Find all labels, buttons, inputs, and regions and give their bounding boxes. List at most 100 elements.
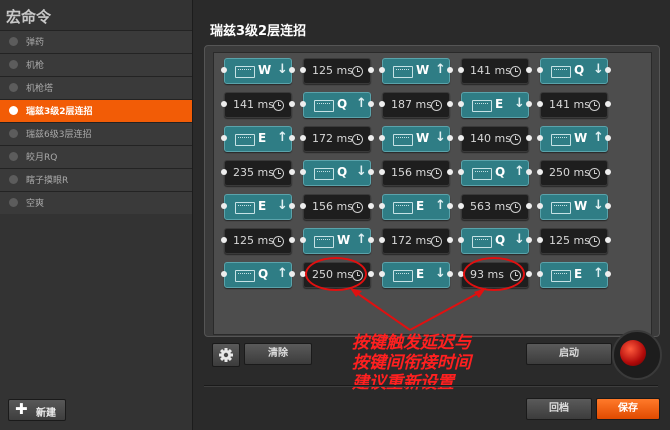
delay-value: 172 ms bbox=[312, 132, 353, 145]
delay-block[interactable]: 125 ms bbox=[537, 228, 611, 254]
key-action-block[interactable]: Q ↑ bbox=[458, 160, 532, 186]
keyboard-icon bbox=[314, 236, 334, 248]
key-label: Q bbox=[337, 165, 348, 179]
delay-block[interactable]: 172 ms bbox=[300, 126, 374, 152]
connector-dot bbox=[458, 237, 464, 243]
connector-dot bbox=[605, 101, 611, 107]
radio-dot-icon bbox=[9, 129, 18, 138]
delay-value: 563 ms bbox=[470, 200, 511, 213]
connector-dot bbox=[379, 237, 385, 243]
delay-block[interactable]: 563 ms bbox=[458, 194, 532, 220]
clock-icon bbox=[352, 66, 363, 77]
keyboard-icon bbox=[472, 236, 492, 248]
clock-icon bbox=[273, 236, 284, 247]
key-action-block[interactable]: E ↑ bbox=[379, 194, 453, 220]
clock-icon bbox=[431, 100, 442, 111]
connector-dot bbox=[221, 135, 227, 141]
connector-dot bbox=[221, 203, 227, 209]
key-action-block[interactable]: Q ↓ bbox=[458, 228, 532, 254]
key-action-block[interactable]: W ↑ bbox=[379, 58, 453, 84]
key-action-block[interactable]: E ↓ bbox=[379, 262, 453, 288]
macro-item[interactable]: 弹药 bbox=[0, 30, 192, 53]
delay-block[interactable]: 250 ms bbox=[537, 160, 611, 186]
delay-block[interactable]: 235 ms bbox=[221, 160, 295, 186]
key-action-block[interactable]: E ↓ bbox=[458, 92, 532, 118]
macro-item-selected[interactable]: 瑞兹3级2层连招 bbox=[0, 99, 192, 122]
macro-item[interactable]: 空爽 bbox=[0, 191, 192, 214]
connector-dot bbox=[221, 169, 227, 175]
delay-value: 141 ms bbox=[549, 98, 590, 111]
macro-item[interactable]: 瞎子摸眼R bbox=[0, 168, 192, 191]
key-label: W bbox=[258, 63, 272, 77]
connector-dot bbox=[537, 237, 543, 243]
clear-button[interactable]: 清除 bbox=[244, 343, 312, 365]
key-action-block[interactable]: Q ↓ bbox=[537, 58, 611, 84]
start-button[interactable]: 启动 bbox=[526, 343, 612, 365]
key-label: E bbox=[258, 199, 267, 213]
key-action-block[interactable]: W ↑ bbox=[537, 126, 611, 152]
arrow-down-icon: ↓ bbox=[356, 164, 367, 179]
arrow-down-icon: ↓ bbox=[593, 62, 604, 77]
arrow-down-icon: ↓ bbox=[277, 198, 288, 213]
key-action-block[interactable]: W ↑ bbox=[300, 228, 374, 254]
record-button[interactable] bbox=[620, 340, 646, 366]
macro-title: 瑞兹3级2层连招 bbox=[210, 24, 307, 39]
keyboard-icon bbox=[393, 202, 413, 214]
connector-dot bbox=[605, 169, 611, 175]
connector-dot bbox=[447, 169, 453, 175]
key-action-block[interactable]: W ↓ bbox=[379, 126, 453, 152]
connector-dot bbox=[537, 271, 543, 277]
panel-title: 宏命令 bbox=[6, 8, 52, 26]
key-action-block[interactable]: Q ↑ bbox=[300, 92, 374, 118]
macro-item[interactable]: 机枪塔 bbox=[0, 76, 192, 99]
key-label: Q bbox=[574, 63, 585, 77]
macro-item[interactable]: 皎月RQ bbox=[0, 145, 192, 168]
keyboard-icon bbox=[393, 66, 413, 78]
delay-block[interactable]: 141 ms bbox=[537, 92, 611, 118]
arrow-down-icon: ↓ bbox=[435, 266, 446, 281]
revert-button[interactable]: 回档 bbox=[526, 398, 592, 420]
clock-icon bbox=[589, 236, 600, 247]
connector-dot bbox=[368, 101, 374, 107]
connector-dot bbox=[379, 271, 385, 277]
delay-block[interactable]: 172 ms bbox=[379, 228, 453, 254]
delay-block[interactable]: 125 ms bbox=[221, 228, 295, 254]
key-action-block[interactable]: W ↓ bbox=[221, 58, 295, 84]
key-label: Q bbox=[495, 165, 506, 179]
key-label: E bbox=[574, 267, 583, 281]
settings-button[interactable] bbox=[212, 343, 240, 367]
clock-icon bbox=[352, 202, 363, 213]
key-action-block[interactable]: E ↓ bbox=[221, 194, 295, 220]
connector-dot bbox=[368, 271, 374, 277]
connector-dot bbox=[289, 169, 295, 175]
key-action-block[interactable]: E ↑ bbox=[221, 126, 295, 152]
arrow-up-icon: ↑ bbox=[593, 130, 604, 145]
key-action-block[interactable]: E ↑ bbox=[537, 262, 611, 288]
macro-list: 弹药 机枪 机枪塔 瑞兹3级2层连招 瑞兹6级3层连招 皎月RQ 瞎子摸眼R 空… bbox=[0, 30, 192, 214]
delay-block[interactable]: 156 ms bbox=[379, 160, 453, 186]
connector-dot bbox=[526, 135, 532, 141]
connector-dot bbox=[221, 271, 227, 277]
connector-dot bbox=[221, 101, 227, 107]
radio-dot-icon bbox=[9, 37, 18, 46]
delay-block[interactable]: 187 ms bbox=[379, 92, 453, 118]
keyboard-icon bbox=[551, 202, 571, 214]
connector-dot bbox=[526, 101, 532, 107]
connector-dot bbox=[447, 203, 453, 209]
connector-dot bbox=[458, 101, 464, 107]
macro-item[interactable]: 机枪 bbox=[0, 53, 192, 76]
radio-dot-icon bbox=[9, 152, 18, 161]
delay-value: 156 ms bbox=[391, 166, 432, 179]
delay-block[interactable]: 140 ms bbox=[458, 126, 532, 152]
new-macro-button[interactable]: ✚ 新建 bbox=[8, 399, 66, 421]
delay-block[interactable]: 125 ms bbox=[300, 58, 374, 84]
macro-item[interactable]: 瑞兹6级3层连招 bbox=[0, 122, 192, 145]
delay-block[interactable]: 156 ms bbox=[300, 194, 374, 220]
save-button[interactable]: 保存 bbox=[596, 398, 660, 420]
key-action-block[interactable]: W ↓ bbox=[537, 194, 611, 220]
delay-block[interactable]: 141 ms bbox=[221, 92, 295, 118]
key-action-block[interactable]: Q ↓ bbox=[300, 160, 374, 186]
clock-icon bbox=[431, 236, 442, 247]
key-action-block[interactable]: Q ↑ bbox=[221, 262, 295, 288]
delay-block[interactable]: 141 ms bbox=[458, 58, 532, 84]
